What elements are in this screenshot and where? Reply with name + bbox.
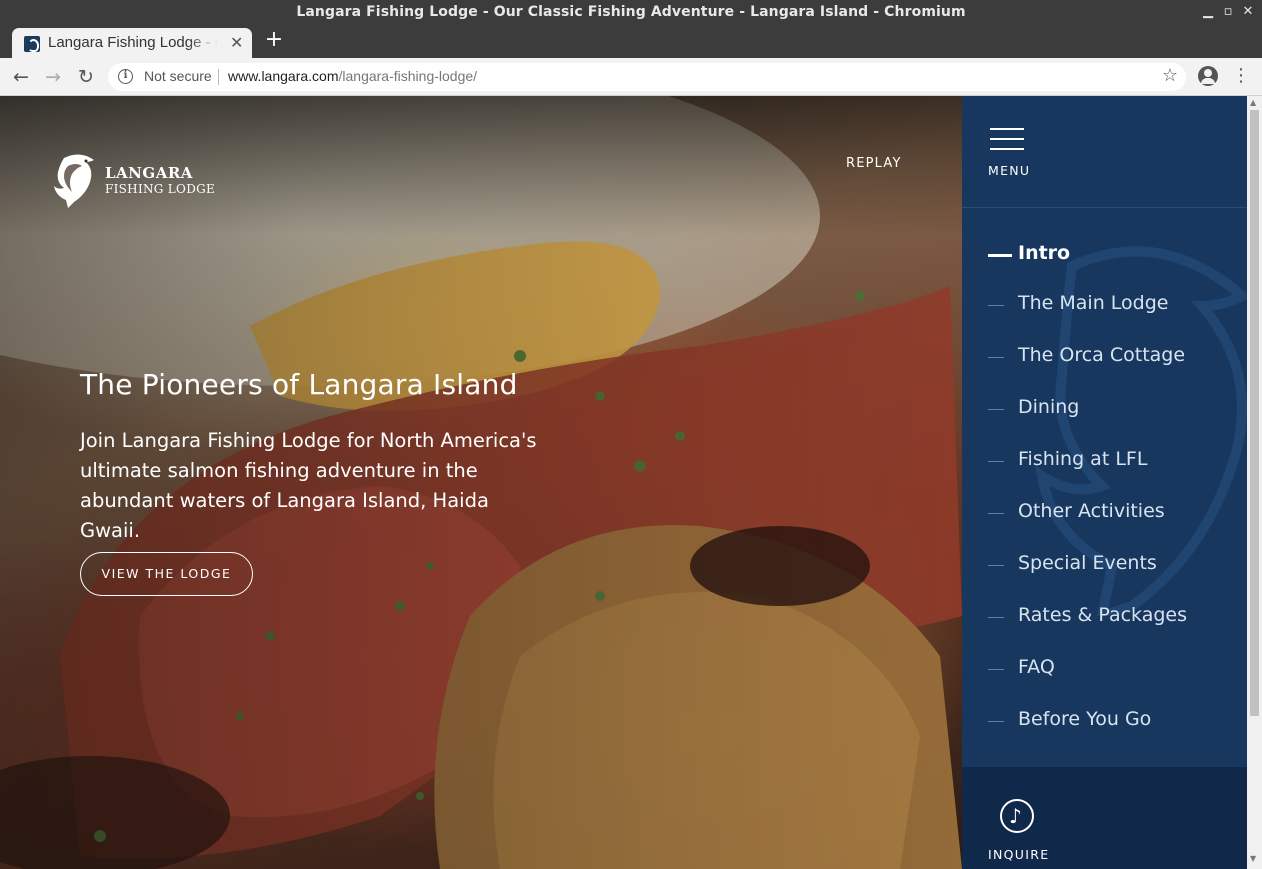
menu-header: MENU <box>962 96 1247 208</box>
browser-tab[interactable]: Langara Fishing Lodge - Our Classic Fish… <box>12 28 252 58</box>
scroll-up-icon[interactable]: ▲ <box>1250 98 1256 107</box>
url-text[interactable]: www.langara.com/langara-fishing-lodge/ <box>228 68 477 84</box>
maximize-icon[interactable]: ▫ <box>1218 3 1238 21</box>
nav-item-rates-packages[interactable]: Rates & Packages <box>988 598 1238 638</box>
logo-subtitle[interactable]: FISHING LODGE <box>105 182 215 196</box>
side-navigation: MENU Intro The Main Lodge The Orca Cotta… <box>962 96 1251 869</box>
window-title: Langara Fishing Lodge - Our Classic Fish… <box>296 4 966 20</box>
view-the-lodge-button[interactable]: VIEW THE LODGE <box>80 552 253 596</box>
nav-item-label: Before You Go <box>1018 708 1152 730</box>
back-icon[interactable]: ← <box>9 65 33 89</box>
nav-item-main-lodge[interactable]: The Main Lodge <box>988 286 1238 326</box>
nav-item-label: Rates & Packages <box>1018 604 1188 626</box>
nav-item-intro[interactable]: Intro <box>988 236 1238 276</box>
inquire-hook-icon <box>1000 799 1034 833</box>
hero-description: Join Langara Fishing Lodge for North Ame… <box>80 429 537 542</box>
reload-icon[interactable]: ↻ <box>74 65 98 89</box>
nav-dash <box>988 669 1004 670</box>
logo-name[interactable]: LANGARA <box>105 164 193 182</box>
nav-item-label: Dining <box>1018 396 1080 418</box>
minimize-icon[interactable]: ▁ <box>1198 3 1218 21</box>
nav-item-special-events[interactable]: Special Events <box>988 546 1238 586</box>
scrollbar-thumb[interactable] <box>1250 110 1259 716</box>
nav-dash <box>988 513 1004 514</box>
nav-item-label: Other Activities <box>1018 500 1165 522</box>
inquire-label: INQUIRE <box>988 847 1050 862</box>
replay-button[interactable]: REPLAY <box>846 156 902 171</box>
nav-item-fishing[interactable]: Fishing at LFL <box>988 442 1238 482</box>
nav-dash <box>988 461 1004 462</box>
omnibox-divider <box>218 69 219 85</box>
page-viewport: LANGARA FISHING LODGE REPLAY The Pioneer… <box>0 96 1262 869</box>
nav-dash <box>988 357 1004 358</box>
star-icon[interactable]: ☆ <box>1162 65 1178 86</box>
page-scrollbar[interactable]: ▲ ▼ <box>1247 96 1262 869</box>
nav-item-label: Special Events <box>1018 552 1157 574</box>
tab-strip: Langara Fishing Lodge - Our Classic Fish… <box>0 25 1262 58</box>
nav-item-orca-cottage[interactable]: The Orca Cottage <box>988 338 1238 378</box>
window-titlebar: Langara Fishing Lodge - Our Classic Fish… <box>0 0 1262 25</box>
nav-dash <box>988 565 1004 566</box>
account-icon[interactable] <box>1198 66 1218 86</box>
url-host: www.langara.com <box>228 68 339 84</box>
nav-dash <box>988 409 1004 410</box>
favicon-icon <box>24 36 40 52</box>
new-tab-button[interactable]: + <box>262 29 286 53</box>
nav-item-faq[interactable]: FAQ <box>988 650 1238 690</box>
fish-logo-icon[interactable] <box>50 152 100 210</box>
menu-burger-icon[interactable] <box>990 128 1024 150</box>
hero-headline: The Pioneers of Langara Island <box>80 368 518 401</box>
tab-close-icon[interactable]: ✕ <box>230 33 243 52</box>
nav-dash <box>988 305 1004 306</box>
nav-item-label: FAQ <box>1018 656 1055 678</box>
browser-menu-icon[interactable]: ⋮ <box>1232 66 1250 88</box>
forward-icon[interactable]: → <box>41 65 65 89</box>
nav-item-dining[interactable]: Dining <box>988 390 1238 430</box>
security-label[interactable]: Not secure <box>144 68 212 84</box>
nav-dash <box>988 721 1004 722</box>
nav-item-label: The Orca Cottage <box>1018 344 1186 366</box>
tab-title: Langara Fishing Lodge - Our Classic Fish… <box>48 34 218 51</box>
nav-item-label: The Main Lodge <box>1018 292 1169 314</box>
nav-item-before-you-go[interactable]: Before You Go <box>988 702 1238 742</box>
close-window-icon[interactable]: ✕ <box>1238 3 1258 21</box>
scroll-down-icon[interactable]: ▼ <box>1250 854 1256 863</box>
nav-item-label: Intro <box>1018 242 1071 264</box>
info-icon[interactable]: i <box>118 69 133 84</box>
url-path: /langara-fishing-lodge/ <box>338 68 478 84</box>
nav-dash <box>988 617 1004 618</box>
menu-label[interactable]: MENU <box>988 163 1030 178</box>
inquire-button[interactable]: INQUIRE <box>962 767 1247 869</box>
nav-item-label: Fishing at LFL <box>1018 448 1148 470</box>
active-indicator <box>988 254 1012 257</box>
nav-item-other-activities[interactable]: Other Activities <box>988 494 1238 534</box>
address-bar[interactable]: i Not secure www.langara.com/langara-fis… <box>108 63 1186 91</box>
browser-toolbar: ← → ↻ i Not secure www.langara.com/langa… <box>0 58 1262 96</box>
